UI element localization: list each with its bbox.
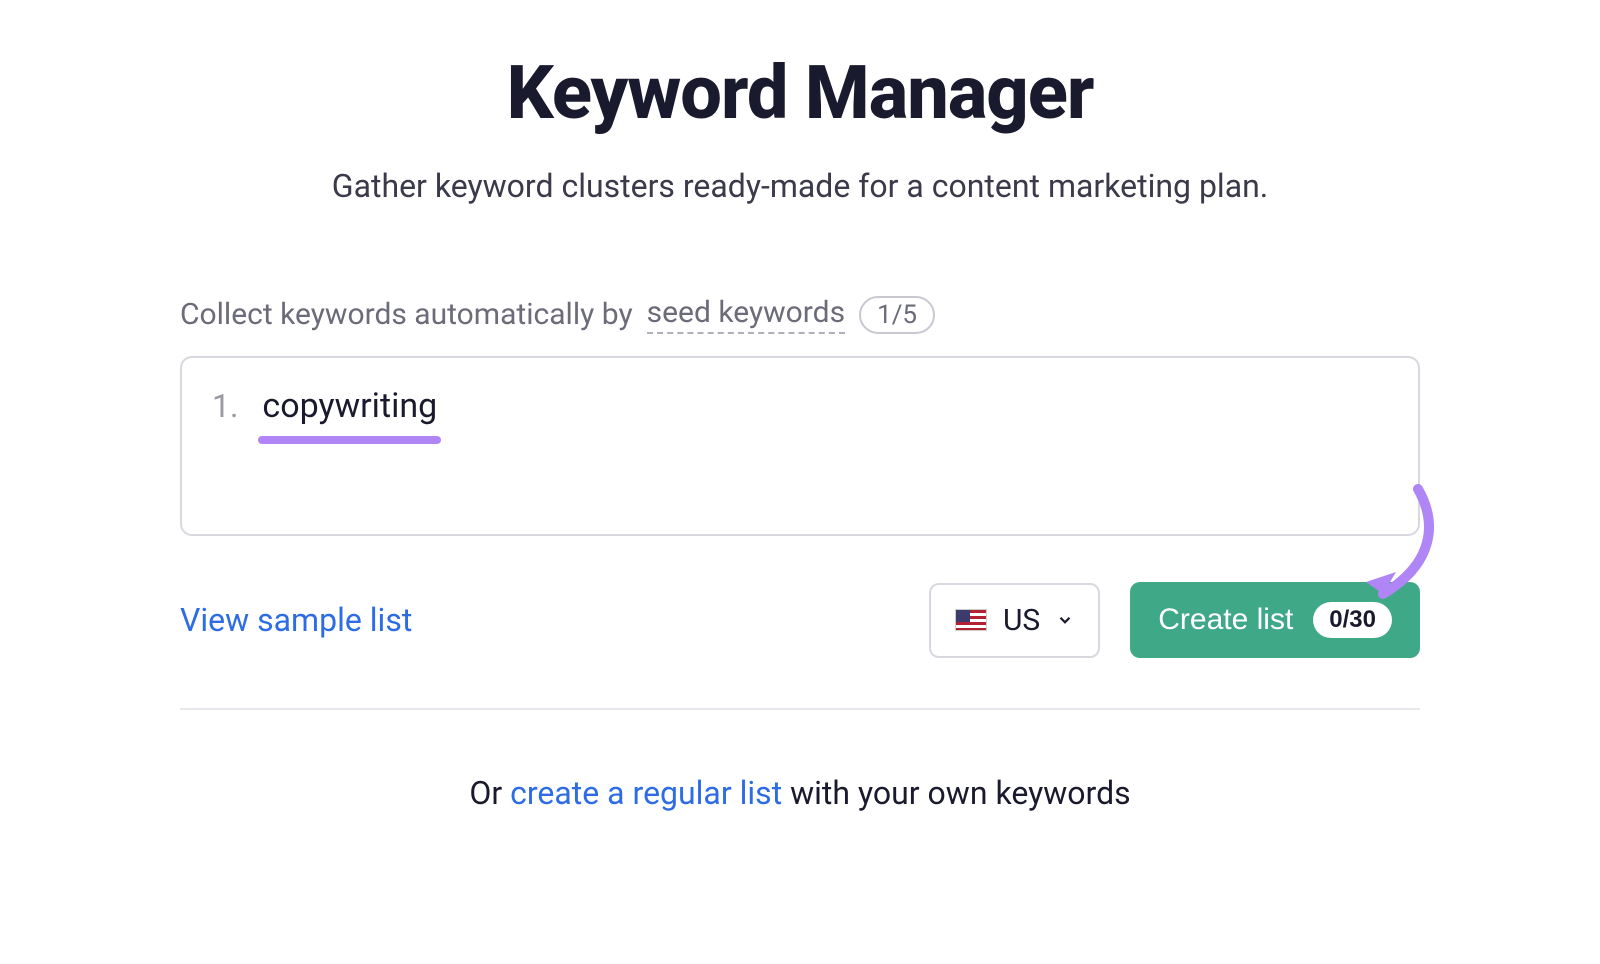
- actions-row: View sample list US Create list 0/30: [180, 582, 1420, 658]
- page-title: Keyword Manager: [180, 50, 1420, 137]
- right-actions: US Create list 0/30: [929, 582, 1420, 658]
- create-list-button[interactable]: Create list 0/30: [1130, 582, 1420, 658]
- keyword-row-number: 1.: [212, 387, 238, 425]
- footer-prefix: Or: [469, 774, 510, 812]
- view-sample-list-link[interactable]: View sample list: [180, 601, 412, 639]
- keyword-manager-panel: Keyword Manager Gather keyword clusters …: [180, 50, 1420, 812]
- seed-keywords-hint[interactable]: seed keywords: [647, 295, 845, 334]
- highlight-underline-annotation: [258, 436, 441, 444]
- collect-prefix: Collect keywords automatically by: [180, 297, 633, 332]
- page-subtitle: Gather keyword clusters ready-made for a…: [180, 167, 1420, 205]
- collect-label-row: Collect keywords automatically by seed k…: [180, 295, 1420, 334]
- create-list-label: Create list: [1158, 603, 1293, 637]
- create-list-count-badge: 0/30: [1313, 602, 1392, 638]
- footer-text: Or create a regular list with your own k…: [180, 774, 1420, 812]
- seed-count-badge: 1/5: [859, 296, 935, 334]
- keyword-input-value[interactable]: copywriting: [262, 386, 437, 426]
- us-flag-icon: [955, 609, 987, 631]
- footer-suffix: with your own keywords: [782, 774, 1131, 812]
- seed-keywords-input-box[interactable]: 1. copywriting: [180, 356, 1420, 536]
- create-regular-list-link[interactable]: create a regular list: [510, 774, 782, 812]
- country-select[interactable]: US: [929, 583, 1100, 658]
- chevron-down-icon: [1056, 611, 1074, 629]
- country-code-label: US: [1003, 603, 1040, 638]
- keyword-row: 1. copywriting: [212, 386, 1388, 426]
- divider: [180, 708, 1420, 710]
